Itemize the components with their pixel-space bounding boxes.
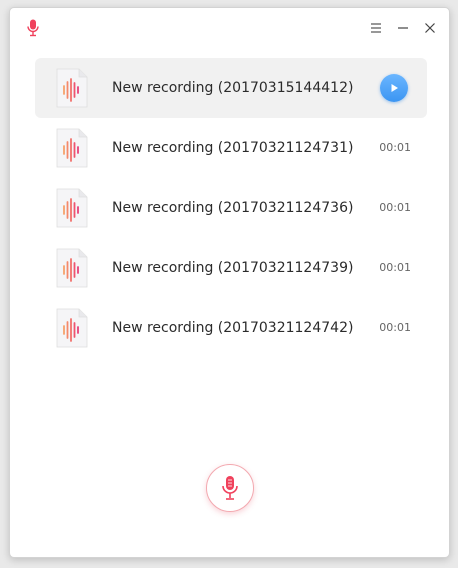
minimize-icon[interactable] (392, 17, 414, 39)
recording-title: New recording (20170315144412) (112, 80, 354, 96)
recording-item[interactable]: New recording (20170321124742) 00:01 (35, 298, 427, 358)
recording-duration: 00:01 (379, 201, 411, 214)
audio-file-icon (55, 248, 89, 288)
recording-duration: 00:01 (379, 141, 411, 154)
recording-item[interactable]: New recording (20170321124739) 00:01 (35, 238, 427, 298)
recording-title: New recording (20170321124742) (112, 320, 354, 336)
audio-file-icon (55, 308, 89, 348)
play-icon (391, 84, 398, 92)
audio-file-icon (55, 188, 89, 228)
record-button[interactable] (206, 464, 254, 512)
audio-file-icon (55, 128, 89, 168)
play-button[interactable] (380, 74, 408, 102)
audio-file-icon (55, 68, 89, 108)
recording-title: New recording (20170321124739) (112, 260, 354, 276)
recording-item[interactable]: New recording (20170321124731) 00:01 (35, 118, 427, 178)
recording-title: New recording (20170321124736) (112, 200, 354, 216)
close-icon[interactable] (419, 17, 441, 39)
app-window: New recording (20170315144412) New recor… (9, 7, 450, 558)
recording-item[interactable]: New recording (20170315144412) (35, 58, 427, 118)
microphone-icon (26, 19, 40, 37)
microphone-icon (222, 476, 238, 500)
recording-item[interactable]: New recording (20170321124736) 00:01 (35, 178, 427, 238)
hamburger-menu-icon[interactable] (365, 17, 387, 39)
recording-title: New recording (20170321124731) (112, 140, 354, 156)
recording-duration: 00:01 (379, 261, 411, 274)
recording-duration: 00:01 (379, 321, 411, 334)
recording-list: New recording (20170315144412) New recor… (35, 58, 427, 358)
titlebar (10, 8, 449, 48)
